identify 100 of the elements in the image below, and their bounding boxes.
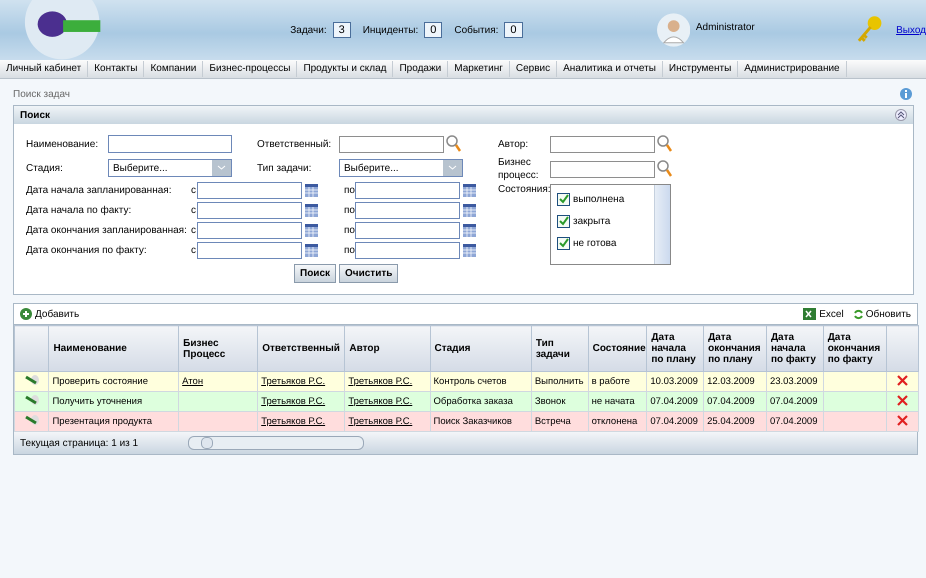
table-cell: Обработка заказа <box>434 396 513 407</box>
column-header[interactable]: Дата окончания по плану <box>704 326 766 372</box>
counter-value[interactable]: 3 <box>332 22 351 38</box>
table-cell: Контроль счетов <box>434 376 507 387</box>
author-input[interactable] <box>550 136 655 152</box>
menu-item[interactable]: Компании <box>144 61 204 77</box>
counter-value[interactable]: 0 <box>424 22 442 38</box>
name-input[interactable] <box>108 135 232 153</box>
checkbox[interactable] <box>557 192 570 206</box>
column-header[interactable]: Тип задачи <box>531 326 588 372</box>
calendar-icon[interactable] <box>463 244 476 256</box>
responsible-input[interactable] <box>339 136 444 152</box>
counter-label: Задачи: <box>290 24 327 36</box>
scrollbar[interactable] <box>654 185 670 264</box>
table-row[interactable]: Проверить состояние Атон Третьяков Р.С. Третьяков Р.С. Контроль счетов Выполнить в работе 10.03.2009 12.03.2009 23.03.2009 <box>14 372 918 392</box>
to-label: по <box>344 244 354 256</box>
table-cell: 25.04.2009 <box>707 416 755 427</box>
search-icon[interactable] <box>657 135 673 153</box>
date-input[interactable] <box>355 182 460 198</box>
search-icon[interactable] <box>657 160 673 178</box>
calendar-icon[interactable] <box>305 184 318 196</box>
from-label: с <box>191 224 197 236</box>
field-label: Бизнес процесс: <box>498 156 540 182</box>
task-type-select[interactable]: Выберите... <box>339 159 463 177</box>
checkbox[interactable] <box>557 214 570 228</box>
excel-button[interactable]: Excel <box>803 308 844 320</box>
table-row[interactable]: Получить уточнения Третьяков Р.С. Третьяков Р.С. Обработка заказа Звонок не начата 07.04.2009 07.04.2009 07.04.2009 <box>14 392 918 412</box>
date-input[interactable] <box>355 222 460 238</box>
menu-item[interactable]: Администрирование <box>738 61 847 77</box>
table-cell: Звонок <box>534 396 566 407</box>
edit-icon[interactable] <box>24 394 40 406</box>
menu-item[interactable]: Инструменты <box>662 61 738 77</box>
field-label: Дата окончания по факту: <box>26 244 148 256</box>
table-cell: 07.04.2009 <box>770 416 818 427</box>
column-header[interactable]: Стадия <box>430 326 532 372</box>
refresh-button[interactable]: Обновить <box>854 308 911 320</box>
edit-icon[interactable] <box>24 414 40 426</box>
column-header[interactable]: Состояние <box>588 326 647 372</box>
field-label: Стадия: <box>26 162 64 174</box>
stage-select[interactable]: Выберите... <box>108 159 232 177</box>
column-header[interactable]: Дата начала по факту <box>766 326 824 372</box>
table-cell: Выполнить <box>534 376 584 387</box>
menu-item[interactable]: Контакты <box>88 61 144 77</box>
table-cell: 07.04.2009 <box>650 396 698 407</box>
menu-item[interactable]: Сервис <box>510 61 558 77</box>
delete-icon[interactable] <box>896 414 908 426</box>
business-process-input[interactable] <box>550 160 655 178</box>
add-button[interactable]: Добавить <box>20 308 80 320</box>
date-input[interactable] <box>355 202 460 218</box>
field-label: Дата окончания запланированная: <box>26 224 188 236</box>
column-header[interactable]: Автор <box>344 326 430 372</box>
calendar-icon[interactable] <box>305 224 318 236</box>
field-label: Дата начала запланированная: <box>26 184 172 196</box>
calendar-icon[interactable] <box>305 244 318 256</box>
state-label: выполнена <box>573 194 624 204</box>
date-input[interactable] <box>197 222 302 238</box>
column-header[interactable]: Наименование <box>48 326 179 372</box>
column-header[interactable]: Ответственный <box>258 326 345 372</box>
delete-icon[interactable] <box>896 394 908 406</box>
column-header[interactable]: Дата окончания по факту <box>823 326 886 372</box>
column-header[interactable]: Бизнес Процесс <box>178 326 258 372</box>
calendar-icon[interactable] <box>463 204 476 216</box>
date-input[interactable] <box>355 242 460 258</box>
user-name: Administrator <box>696 22 755 33</box>
menu-item[interactable]: Бизнес-процессы <box>203 61 298 77</box>
refresh-icon <box>854 308 863 320</box>
table-row[interactable]: Презентация продукта Третьяков Р.С. Третьяков Р.С. Поиск Заказчиков Встреча отклонена 07.04.2009 25.04.2009 07.04.2009 <box>14 412 918 432</box>
pager-text: Текущая страница: 1 из 1 <box>20 438 138 448</box>
table-link[interactable]: Атон <box>182 376 204 387</box>
edit-icon[interactable] <box>24 374 40 386</box>
date-input[interactable] <box>197 242 302 258</box>
date-input[interactable] <box>197 202 302 218</box>
calendar-icon[interactable] <box>305 204 318 216</box>
delete-icon[interactable] <box>896 374 908 386</box>
menu-item[interactable]: Продажи <box>393 61 448 77</box>
search-icon[interactable] <box>446 135 462 153</box>
menu-item[interactable]: Продукты и склад <box>297 61 394 77</box>
state-label: не готова <box>573 238 616 248</box>
table-cell: не начата <box>592 396 635 407</box>
form-button[interactable]: Поиск <box>294 264 336 283</box>
calendar-icon[interactable] <box>463 224 476 236</box>
form-button[interactable]: Очистить <box>339 264 398 283</box>
logout-link[interactable]: Выход <box>896 24 926 36</box>
collapse-icon[interactable] <box>895 109 907 121</box>
checkbox[interactable] <box>557 236 570 250</box>
from-label: с <box>191 244 197 256</box>
counter-value[interactable]: 0 <box>504 22 523 38</box>
table-cell: Встреча <box>534 416 571 427</box>
field-label: Дата начала по факту: <box>26 204 132 216</box>
caret-icon <box>443 160 462 176</box>
help-icon[interactable] <box>900 88 912 100</box>
date-input[interactable] <box>197 182 302 198</box>
scrollbar[interactable] <box>188 436 364 450</box>
column-header[interactable]: Дата начала по плану <box>646 326 704 372</box>
menu-item[interactable]: Личный кабинет <box>0 61 88 77</box>
menu-item[interactable]: Маркетинг <box>448 61 510 77</box>
calendar-icon[interactable] <box>463 184 476 196</box>
menu-item[interactable]: Аналитика и отчеты <box>557 61 663 77</box>
to-label: по <box>344 184 354 196</box>
counter-label: События: <box>454 24 498 36</box>
